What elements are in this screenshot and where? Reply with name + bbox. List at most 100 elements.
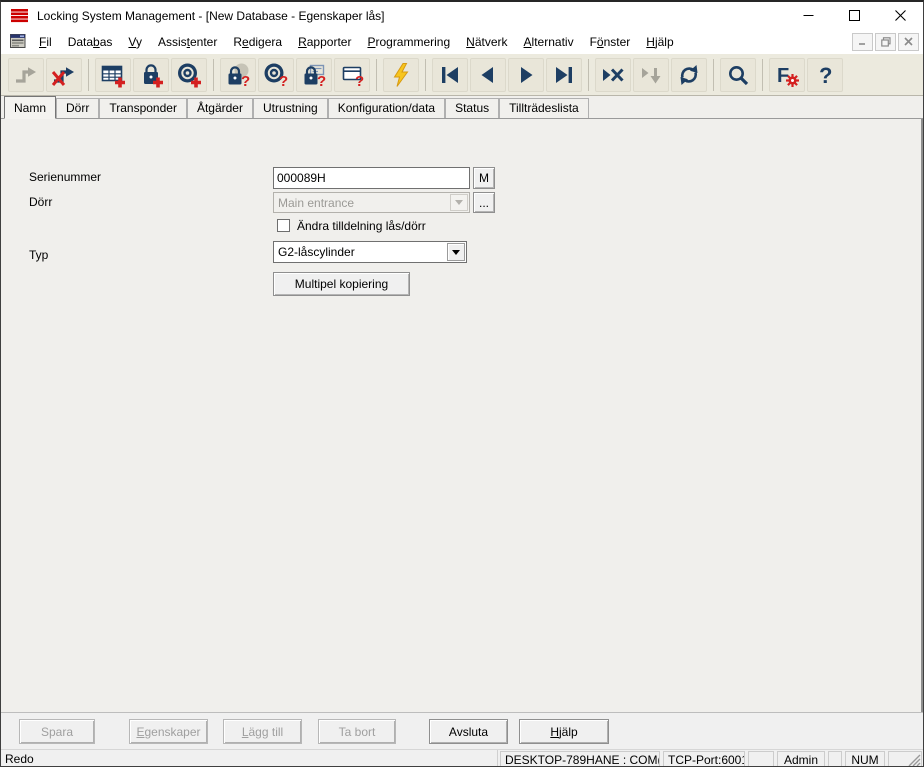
- lock-add-button[interactable]: [133, 58, 169, 92]
- toolbar-separator: [425, 59, 426, 91]
- tab-strip: NamnDörrTransponderÅtgärderUtrustningKon…: [1, 96, 923, 119]
- tab-namn[interactable]: Namn: [4, 96, 56, 119]
- tab-status[interactable]: Status: [445, 98, 499, 118]
- footer-button-bar: SparaEgenskaperLägg tillTa bortAvslutaHj…: [1, 712, 923, 749]
- tab-utrustning[interactable]: Utrustning: [253, 98, 328, 118]
- door-browse-button[interactable]: ...: [473, 192, 495, 213]
- svg-text:?: ?: [819, 63, 832, 88]
- m-button[interactable]: M: [473, 167, 495, 189]
- type-combobox[interactable]: G2-låscylinder: [273, 241, 467, 263]
- avsluta-button[interactable]: Avsluta: [429, 719, 508, 744]
- mdi-minimize-button[interactable]: [852, 33, 873, 51]
- spara-button: Spara: [19, 719, 95, 744]
- type-dropdown-button[interactable]: [447, 243, 465, 261]
- step-arrow-x-icon: [50, 61, 78, 89]
- lock-add-icon: [137, 61, 165, 89]
- minimize-button[interactable]: [785, 2, 831, 29]
- tab-d-rr[interactable]: Dörr: [56, 98, 99, 118]
- help-icon: ?: [811, 61, 839, 89]
- transponder-add-icon: [175, 61, 203, 89]
- status-desktop-789hane-com-: DESKTOP-789HANE : COM(*): [500, 751, 660, 767]
- matrix-add-button[interactable]: [95, 58, 131, 92]
- tab-tilltr-deslista[interactable]: Tillträdeslista: [499, 98, 589, 118]
- status-admin: Admin: [777, 751, 825, 767]
- document-window-icon: [10, 34, 27, 49]
- mdi-restore-icon: [881, 37, 891, 47]
- close-button[interactable]: [877, 2, 923, 29]
- status-num: NUM: [845, 751, 885, 767]
- app-logo-icon: [11, 8, 28, 24]
- lock-card-read-button[interactable]: ?: [296, 58, 332, 92]
- transponder-read-icon: ?: [262, 61, 290, 89]
- maximize-button[interactable]: [831, 2, 877, 29]
- menu-f-nster[interactable]: Fönster: [582, 32, 639, 52]
- skip-down-button: [633, 58, 669, 92]
- app-window: Locking System Management - [New Databas…: [0, 0, 924, 767]
- door-combobox: Main entrance: [273, 192, 470, 213]
- search-icon: [724, 61, 752, 89]
- next-record-button[interactable]: [508, 58, 544, 92]
- chevron-down-icon: [452, 250, 460, 255]
- lock-read-icon: ?: [224, 61, 252, 89]
- filter-settings-button[interactable]: F: [769, 58, 805, 92]
- lock-read-button[interactable]: ?: [220, 58, 256, 92]
- transponder-add-button[interactable]: [171, 58, 207, 92]
- tab-transponder[interactable]: Transponder: [99, 98, 187, 118]
- transponder-read-button[interactable]: ?: [258, 58, 294, 92]
- search-button[interactable]: [720, 58, 756, 92]
- help-button[interactable]: ?: [807, 58, 843, 92]
- change-assignment-checkbox[interactable]: [277, 219, 290, 232]
- svg-text:?: ?: [317, 73, 326, 89]
- toolbar-separator: [588, 59, 589, 91]
- window-title: Locking System Management - [New Databas…: [37, 9, 385, 23]
- tab--tg-rder[interactable]: Åtgärder: [187, 98, 253, 118]
- step-arrow-icon: [12, 61, 40, 89]
- door-value: Main entrance: [274, 196, 450, 210]
- status-empty-pane: [828, 751, 842, 767]
- first-record-button[interactable]: [432, 58, 468, 92]
- multiple-copy-button[interactable]: Multipel kopiering: [273, 272, 410, 296]
- serial-number-input[interactable]: [273, 167, 470, 189]
- menu-assistenter[interactable]: Assistenter: [150, 32, 225, 52]
- mdi-window-controls: [852, 33, 919, 51]
- hj-lp-button[interactable]: Hjälp: [519, 719, 609, 744]
- toolbar-separator: [376, 59, 377, 91]
- mdi-restore-button[interactable]: [875, 33, 896, 51]
- toolbar-separator: [213, 59, 214, 91]
- menu-hj-lp[interactable]: Hjälp: [638, 32, 681, 52]
- menu-rapporter[interactable]: Rapporter: [290, 32, 359, 52]
- prev-record-button[interactable]: [470, 58, 506, 92]
- door-label: Dörr: [29, 195, 52, 209]
- refresh-icon: [675, 61, 703, 89]
- skip-x-button[interactable]: [595, 58, 631, 92]
- status-ready: Redo: [1, 750, 498, 767]
- close-icon: [895, 10, 906, 21]
- mdi-close-button[interactable]: [898, 33, 919, 51]
- first-record-icon: [436, 61, 464, 89]
- window-read-button[interactable]: ?: [334, 58, 370, 92]
- mdi-minimize-icon: [858, 37, 867, 46]
- svg-text:?: ?: [279, 73, 288, 89]
- menu-databas[interactable]: Databas: [60, 32, 121, 52]
- menu-vy[interactable]: Vy: [120, 32, 150, 52]
- chevron-down-icon: [455, 200, 463, 205]
- window-read-icon: ?: [338, 61, 366, 89]
- refresh-button[interactable]: [671, 58, 707, 92]
- menu-bar: FilDatabasVyAssistenterRedigeraRapporter…: [1, 29, 923, 54]
- menu-fil[interactable]: Fil: [31, 32, 60, 52]
- step-arrow-x-button[interactable]: [46, 58, 82, 92]
- egenskaper-button: Egenskaper: [129, 719, 208, 744]
- maximize-icon: [849, 10, 860, 21]
- menu-redigera[interactable]: Redigera: [225, 32, 290, 52]
- door-dropdown-button: [450, 194, 468, 211]
- tab-konfiguration-data[interactable]: Konfiguration/data: [328, 98, 445, 118]
- lightning-button[interactable]: [383, 58, 419, 92]
- menu-n-tverk[interactable]: Nätverk: [458, 32, 515, 52]
- l-gg-till-button: Lägg till: [223, 719, 302, 744]
- status-empty-pane: [888, 751, 922, 767]
- skip-x-icon: [599, 61, 627, 89]
- last-record-button[interactable]: [546, 58, 582, 92]
- menu-programmering[interactable]: Programmering: [359, 32, 458, 52]
- resize-grip-icon[interactable]: [908, 754, 921, 767]
- menu-alternativ[interactable]: Alternativ: [516, 32, 582, 52]
